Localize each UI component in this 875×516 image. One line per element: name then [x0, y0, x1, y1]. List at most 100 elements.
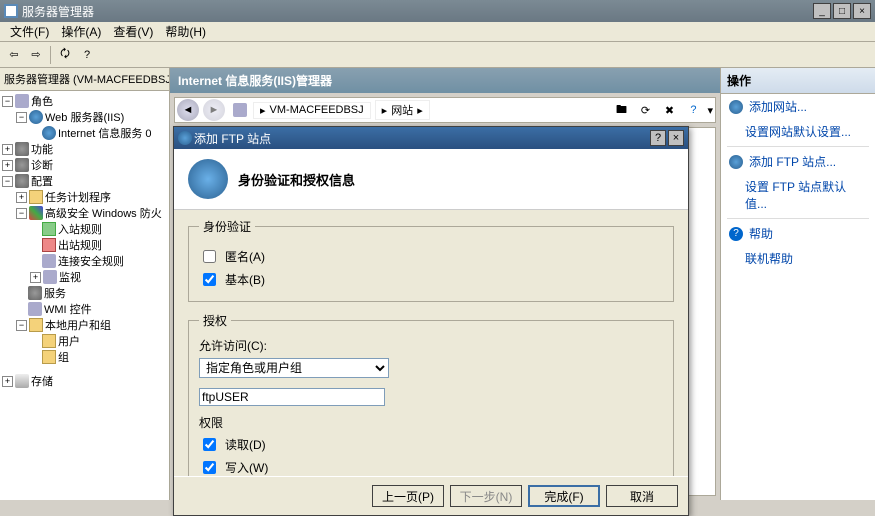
write-checkbox[interactable]: [203, 461, 216, 474]
tree-iismgr[interactable]: Internet 信息服务 0: [58, 125, 152, 141]
anonymous-label: 匿名(A): [225, 248, 265, 265]
basic-label: 基本(B): [225, 271, 265, 288]
dialog-close-button[interactable]: ×: [668, 130, 684, 146]
features-icon: [15, 142, 29, 156]
permissions-label: 权限: [199, 414, 663, 431]
breadcrumb-server[interactable]: ▸ VM-MACFEEDBSJ: [253, 102, 371, 119]
refresh-button[interactable]: 🗘: [55, 45, 75, 65]
expander-icon[interactable]: −: [16, 320, 27, 331]
tree-users[interactable]: 用户: [58, 333, 80, 349]
window-title: 服务器管理器: [22, 3, 813, 20]
authentication-group: 身份验证 匿名(A) 基本(B): [188, 218, 674, 302]
action-site-defaults[interactable]: 设置网站默认设置...: [721, 119, 875, 144]
services-icon: [28, 286, 42, 300]
connsec-icon: [42, 254, 56, 268]
forward-button[interactable]: ⇨: [26, 45, 46, 65]
tree-storage[interactable]: 存储: [31, 373, 53, 389]
authorization-group: 授权 允许访问(C): 指定角色或用户组 权限 读取(D): [188, 312, 674, 476]
tree-wmi[interactable]: WMI 控件: [44, 301, 92, 317]
menu-action[interactable]: 操作(A): [55, 21, 107, 42]
tree-web[interactable]: Web 服务器(IIS): [45, 109, 124, 125]
add-ftp-site-dialog: 添加 FTP 站点 ? × 身份验证和授权信息 身份验证 匿名(: [173, 126, 689, 516]
groups-icon: [42, 350, 56, 364]
address-bar: ◄ ► ▸ VM-MACFEEDBSJ ▸ 网站 ▸ 🖿 ⟳ ✖ ? ▾: [174, 97, 716, 123]
user-input[interactable]: [199, 388, 385, 406]
action-help[interactable]: ? 帮助: [721, 221, 875, 246]
action-add-ftp[interactable]: 添加 FTP 站点...: [721, 149, 875, 174]
tree-features[interactable]: 功能: [31, 141, 53, 157]
tree-tasksched[interactable]: 任务计划程序: [45, 189, 111, 205]
iis-icon: [42, 126, 56, 140]
expander-icon[interactable]: +: [2, 160, 13, 171]
expander-icon[interactable]: +: [30, 272, 41, 283]
help-icon[interactable]: ?: [683, 100, 703, 120]
tree-roles[interactable]: 角色: [31, 93, 53, 109]
finish-button[interactable]: 完成(F): [528, 485, 600, 507]
maximize-button[interactable]: □: [833, 3, 851, 19]
menu-file[interactable]: 文件(F): [4, 21, 55, 42]
expander-icon[interactable]: +: [2, 144, 13, 155]
tree-connsec[interactable]: 连接安全规则: [58, 253, 124, 269]
wmi-icon: [28, 302, 42, 316]
write-label: 写入(W): [225, 459, 268, 476]
window-titlebar: 服务器管理器 _ □ ×: [0, 0, 875, 22]
menu-bar: 文件(F) 操作(A) 查看(V) 帮助(H): [0, 22, 875, 42]
action-ftp-defaults[interactable]: 设置 FTP 站点默认值...: [721, 174, 875, 216]
content-panel: 网站 添加 FTP 站点 ? × 身份验证和授权信息: [328, 127, 716, 496]
center-pane: Internet 信息服务(IIS)管理器 ◄ ► ▸ VM-MACFEEDBS…: [170, 68, 720, 500]
basic-checkbox[interactable]: [203, 273, 216, 286]
back-button[interactable]: ⇦: [4, 45, 24, 65]
tree-config[interactable]: 配置: [31, 173, 53, 189]
nav-back-button[interactable]: ◄: [177, 99, 199, 121]
minimize-button[interactable]: _: [813, 3, 831, 19]
close-button[interactable]: ×: [853, 3, 871, 19]
stop-icon[interactable]: ✖: [659, 100, 679, 120]
web-icon: [29, 110, 43, 124]
server-icon: [15, 94, 29, 108]
expander-icon[interactable]: −: [16, 112, 27, 123]
expander-icon[interactable]: −: [2, 96, 13, 107]
expander-icon[interactable]: −: [2, 176, 13, 187]
nav-forward-button[interactable]: ►: [203, 99, 225, 121]
menu-view[interactable]: 查看(V): [107, 21, 159, 42]
expander-icon[interactable]: +: [2, 376, 13, 387]
next-button: 下一步(N): [450, 485, 522, 507]
authz-legend: 授权: [199, 312, 231, 329]
help-icon[interactable]: ?: [77, 45, 97, 65]
read-checkbox[interactable]: [203, 438, 216, 451]
localusers-icon: [29, 318, 43, 332]
diag-icon: [15, 158, 29, 172]
prev-button[interactable]: 上一页(P): [372, 485, 444, 507]
refresh-icon[interactable]: ⟳: [635, 100, 655, 120]
iis-manager-title: Internet 信息服务(IIS)管理器: [170, 68, 720, 93]
tree-outbound[interactable]: 出站规则: [58, 237, 102, 253]
menu-help[interactable]: 帮助(H): [159, 21, 212, 42]
dialog-title: 添加 FTP 站点: [194, 130, 648, 147]
action-online-help[interactable]: 联机帮助: [721, 246, 875, 271]
action-add-site[interactable]: 添加网站...: [721, 94, 875, 119]
server-tree: −角色 −Web 服务器(IIS) Internet 信息服务 0 +功能 +诊…: [0, 91, 169, 391]
tree-diag[interactable]: 诊断: [31, 157, 53, 173]
server-tree-pane: 服务器管理器 (VM-MACFEEDBSJ) −角色 −Web 服务器(IIS)…: [0, 68, 170, 500]
allow-access-select[interactable]: 指定角色或用户组: [199, 358, 389, 378]
dropdown-icon[interactable]: ▾: [707, 104, 713, 117]
cancel-button[interactable]: 取消: [606, 485, 678, 507]
tree-inbound[interactable]: 入站规则: [58, 221, 102, 237]
tree-monitor[interactable]: 监视: [59, 269, 81, 285]
tree-localusers[interactable]: 本地用户和组: [45, 317, 111, 333]
expander-icon[interactable]: +: [16, 192, 27, 203]
tree-groups[interactable]: 组: [58, 349, 69, 365]
tree-winfw[interactable]: 高级安全 Windows 防火: [45, 205, 162, 221]
tree-header: 服务器管理器 (VM-MACFEEDBSJ): [0, 68, 169, 91]
monitor-icon: [43, 270, 57, 284]
sched-icon: [29, 190, 43, 204]
inbound-icon: [42, 222, 56, 236]
browse-icon[interactable]: 🖿: [611, 100, 631, 120]
breadcrumb-sites[interactable]: ▸ 网站 ▸: [375, 100, 430, 120]
dialog-help-button[interactable]: ?: [650, 130, 666, 146]
tree-services[interactable]: 服务: [44, 285, 66, 301]
anonymous-checkbox[interactable]: [203, 250, 216, 263]
dialog-heading: 身份验证和授权信息: [238, 170, 355, 189]
storage-icon: [15, 374, 29, 388]
expander-icon[interactable]: −: [16, 208, 27, 219]
